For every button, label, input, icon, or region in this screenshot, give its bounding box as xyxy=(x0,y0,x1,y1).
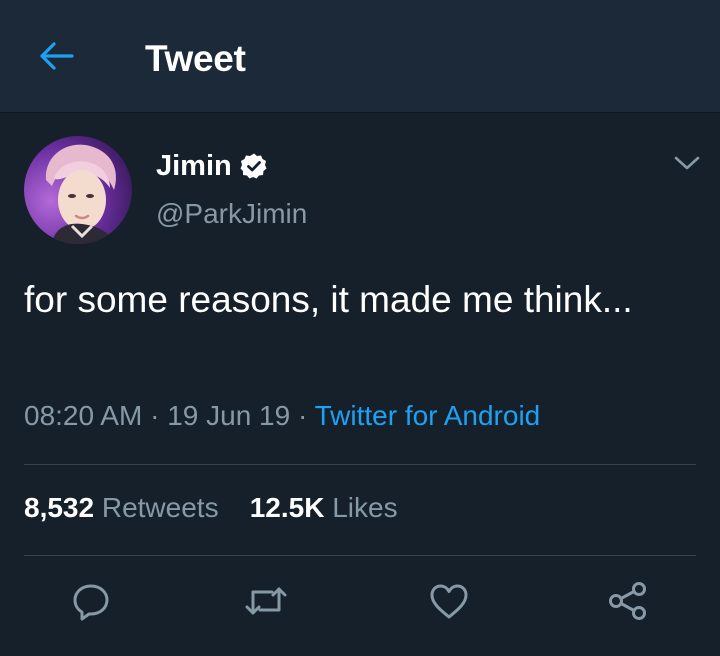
like-button[interactable] xyxy=(424,578,474,628)
page-title: Tweet xyxy=(145,38,246,79)
divider xyxy=(24,555,696,556)
retweets-label: Retweets xyxy=(101,492,219,523)
tweet-source-link[interactable]: Twitter for Android xyxy=(315,400,541,431)
divider xyxy=(24,464,696,465)
reply-button[interactable] xyxy=(66,578,116,628)
share-button[interactable] xyxy=(603,578,653,628)
retweets-count: 8,532 xyxy=(24,492,95,523)
tweet-meta: 08:20 AM · 19 Jun 19 · Twitter for Andro… xyxy=(24,400,540,432)
likes-count: 12.5K xyxy=(249,492,325,523)
tweet-time: 08:20 AM xyxy=(24,400,143,431)
engagement-stats: 8,532 Retweets 12.5K Likes xyxy=(24,492,398,524)
reply-icon xyxy=(71,581,111,626)
retweet-button[interactable] xyxy=(241,578,291,628)
tweet-action-bar xyxy=(0,578,720,628)
author-handle[interactable]: @ParkJimin xyxy=(156,198,307,230)
chevron-down-icon xyxy=(674,155,700,176)
likes-label: Likes xyxy=(332,492,398,523)
retweet-icon xyxy=(244,581,288,626)
verified-badge-icon xyxy=(240,152,268,180)
retweets-stat[interactable]: 8,532 Retweets xyxy=(24,492,226,523)
author-display-name[interactable]: Jimin xyxy=(156,150,232,183)
meta-separator: · xyxy=(297,400,308,431)
arrow-left-icon xyxy=(38,41,74,76)
back-button[interactable] xyxy=(36,38,76,78)
tweet-options-button[interactable] xyxy=(672,152,702,178)
tweet-text: for some reasons, it made me think... xyxy=(24,279,633,320)
share-icon xyxy=(607,581,649,626)
author-name-row[interactable]: Jimin xyxy=(156,148,268,184)
like-icon xyxy=(428,581,470,626)
likes-stat[interactable]: 12.5K Likes xyxy=(250,492,398,523)
top-app-bar: Tweet xyxy=(0,0,720,113)
avatar[interactable] xyxy=(24,136,132,244)
tweet-date: 19 Jun 19 xyxy=(167,400,291,431)
meta-separator: · xyxy=(150,400,160,431)
